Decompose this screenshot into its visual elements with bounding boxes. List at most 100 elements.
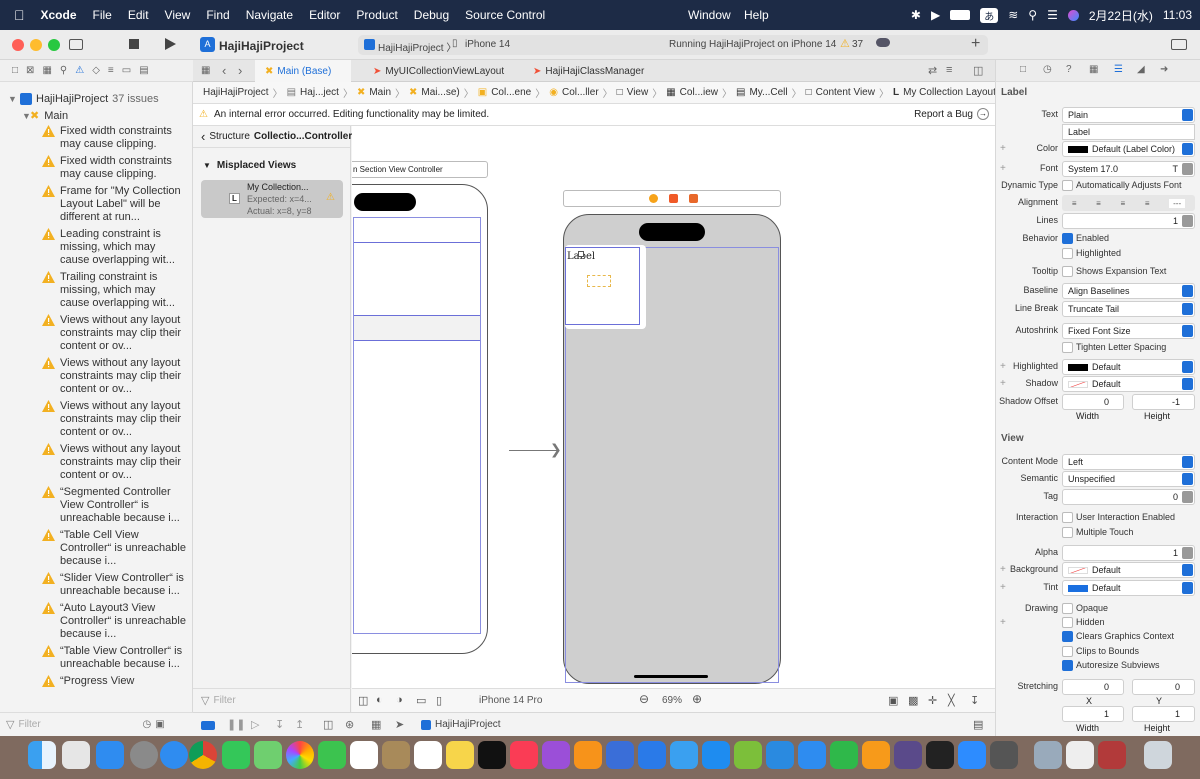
- inspector-toggle-icon[interactable]: [1171, 39, 1187, 50]
- embed-icon[interactable]: ▩: [908, 694, 918, 707]
- keynote-icon[interactable]: [798, 741, 826, 769]
- user-interaction-checkbox[interactable]: [1062, 512, 1073, 523]
- issue-item[interactable]: Trailing constraint is missing, which ma…: [0, 270, 192, 313]
- test-icon[interactable]: ◇: [92, 65, 100, 76]
- location-icon[interactable]: ➤: [395, 718, 404, 731]
- calculator-icon[interactable]: [990, 741, 1018, 769]
- line-break-popup[interactable]: Truncate Tail: [1062, 301, 1195, 317]
- jump-item[interactable]: Main: [369, 87, 391, 98]
- menu-date[interactable]: 2月22日(水): [1089, 7, 1153, 24]
- highlighted-color-popup[interactable]: Default: [1062, 359, 1195, 375]
- exit-icon[interactable]: [689, 194, 698, 203]
- warning-icon[interactable]: ⚠: [840, 37, 850, 50]
- navigator-filter-input[interactable]: Filter: [18, 719, 138, 730]
- clears-context-checkbox[interactable]: [1062, 631, 1073, 642]
- mail-icon[interactable]: [96, 741, 124, 769]
- jump-item[interactable]: HajiHajiProject: [203, 87, 269, 98]
- numbers-icon[interactable]: [830, 741, 858, 769]
- shadow-popup[interactable]: Default: [1062, 376, 1195, 392]
- size-inspector-icon[interactable]: ◢: [1137, 64, 1145, 75]
- color-popup[interactable]: Default (Label Color): [1062, 141, 1195, 157]
- stop-icon[interactable]: [129, 39, 139, 49]
- lines-field[interactable]: 1: [1062, 213, 1195, 229]
- jump-item[interactable]: Col...iew: [680, 87, 718, 98]
- align-natural-button[interactable]: ---: [1169, 198, 1186, 208]
- source-control-icon[interactable]: ⊠: [26, 65, 34, 76]
- expansion-checkbox[interactable]: [1062, 266, 1073, 277]
- dictionary-icon[interactable]: [1098, 741, 1126, 769]
- alignment-segmented[interactable]: ≡ ≡ ≡ ≡ ---: [1062, 195, 1195, 211]
- forward-icon[interactable]: ›: [238, 63, 242, 78]
- menu-source-control[interactable]: Source Control: [457, 8, 553, 22]
- resolve-issues-icon[interactable]: ↧: [970, 694, 979, 707]
- help-inspector-icon[interactable]: ?: [1066, 64, 1072, 75]
- attributes-inspector-icon[interactable]: ☰: [1114, 64, 1123, 75]
- file-inspector-icon[interactable]: □: [1020, 64, 1026, 75]
- symbol-icon[interactable]: ▦: [42, 65, 51, 76]
- finder-icon[interactable]: [28, 741, 56, 769]
- first-responder-icon[interactable]: [669, 194, 678, 203]
- environment-icon[interactable]: ▦: [371, 718, 381, 731]
- xcode-icon[interactable]: [638, 741, 666, 769]
- notes-icon[interactable]: [446, 741, 474, 769]
- enabled-checkbox[interactable]: [1062, 233, 1073, 244]
- jump-item[interactable]: Col...ene: [491, 87, 531, 98]
- multiple-touch-checkbox[interactable]: [1062, 527, 1073, 538]
- font-picker-icon[interactable]: T: [1173, 162, 1179, 176]
- menu-file[interactable]: File: [85, 8, 120, 22]
- clips-bounds-checkbox[interactable]: [1062, 646, 1073, 657]
- disclosure-icon[interactable]: ▼: [0, 111, 31, 121]
- safari-icon[interactable]: [160, 741, 188, 769]
- device-frame-icon[interactable]: ▯: [436, 694, 442, 707]
- issue-item[interactable]: “Progress View: [0, 674, 192, 691]
- project-issue-group[interactable]: ▼ HajiHajiProject 37 issues: [0, 90, 192, 107]
- debug-area-toggle[interactable]: [201, 721, 215, 730]
- tab-main-base[interactable]: ✖ Main (Base): [255, 60, 351, 82]
- stretch-height-field[interactable]: 1: [1132, 706, 1195, 722]
- align-center-icon[interactable]: ≡: [1096, 199, 1101, 208]
- siri-icon[interactable]: [1067, 9, 1079, 21]
- scheme-name[interactable]: HajiHajiProject 〉: [378, 39, 456, 54]
- semantic-popup[interactable]: Unspecified: [1062, 471, 1195, 487]
- tag-field[interactable]: 0: [1062, 489, 1195, 505]
- issue-item[interactable]: Fixed width constraints may cause clippi…: [0, 154, 192, 184]
- label-text-field[interactable]: Label: [1062, 124, 1195, 140]
- main-issue-group[interactable]: ▼ ✖ Main: [0, 107, 192, 124]
- instruments-icon[interactable]: [606, 741, 634, 769]
- jump-item[interactable]: Mai...se): [421, 87, 459, 98]
- step-into-icon[interactable]: ↥: [295, 718, 304, 731]
- disclosure-icon[interactable]: ▼: [203, 161, 211, 170]
- menu-editor[interactable]: Editor: [301, 8, 348, 22]
- tighten-checkbox[interactable]: [1062, 342, 1073, 353]
- scheme-selector[interactable]: HajiHajiProject 〉 ▯ iPhone 14 Running Ha…: [358, 35, 988, 55]
- memory-graph-icon[interactable]: ⊛: [345, 718, 354, 731]
- menu-find[interactable]: Find: [198, 8, 237, 22]
- facetime-icon[interactable]: [318, 741, 346, 769]
- misplaced-view-item[interactable]: L My Collection... Expected: x=4... Actu…: [201, 180, 343, 218]
- device-name[interactable]: iPhone 14: [465, 39, 510, 50]
- jump-item[interactable]: Haj...ject: [300, 87, 339, 98]
- issue-item[interactable]: Leading constraint is missing, which may…: [0, 227, 192, 270]
- identity-inspector-icon[interactable]: ▦: [1089, 64, 1098, 75]
- spotlight-icon[interactable]: ⚲: [1028, 8, 1037, 22]
- stretch-x-field[interactable]: 0: [1062, 679, 1124, 695]
- step-over-icon[interactable]: ↧: [275, 718, 284, 731]
- menu-window[interactable]: Window: [680, 8, 739, 22]
- autoshrink-popup[interactable]: Fixed Font Size: [1062, 323, 1195, 339]
- sidebar-toggle-icon[interactable]: [69, 39, 83, 50]
- issue-item[interactable]: “Table View Controller“ is unreachable b…: [0, 644, 192, 674]
- align-right-icon[interactable]: ≡: [1120, 199, 1125, 208]
- preview-icon[interactable]: [1034, 741, 1062, 769]
- baseline-popup[interactable]: Align Baselines: [1062, 283, 1195, 299]
- books-icon[interactable]: [574, 741, 602, 769]
- tint-popup[interactable]: Default: [1062, 580, 1195, 596]
- system-settings-icon[interactable]: [130, 741, 158, 769]
- left-scene-title-bar[interactable]: n Section View Controller: [352, 161, 488, 178]
- appearance-icon[interactable]: ◐: [376, 694, 383, 706]
- storyboard-canvas[interactable]: n Section View Controller ❯ Label: [352, 126, 995, 688]
- script-editor-icon[interactable]: [734, 741, 762, 769]
- recent-icon[interactable]: ◷: [142, 719, 151, 730]
- back-icon[interactable]: ‹: [222, 63, 226, 78]
- lines-icon[interactable]: ≡: [946, 64, 952, 76]
- issue-item[interactable]: Frame for "My Collection Layout Label" w…: [0, 184, 192, 227]
